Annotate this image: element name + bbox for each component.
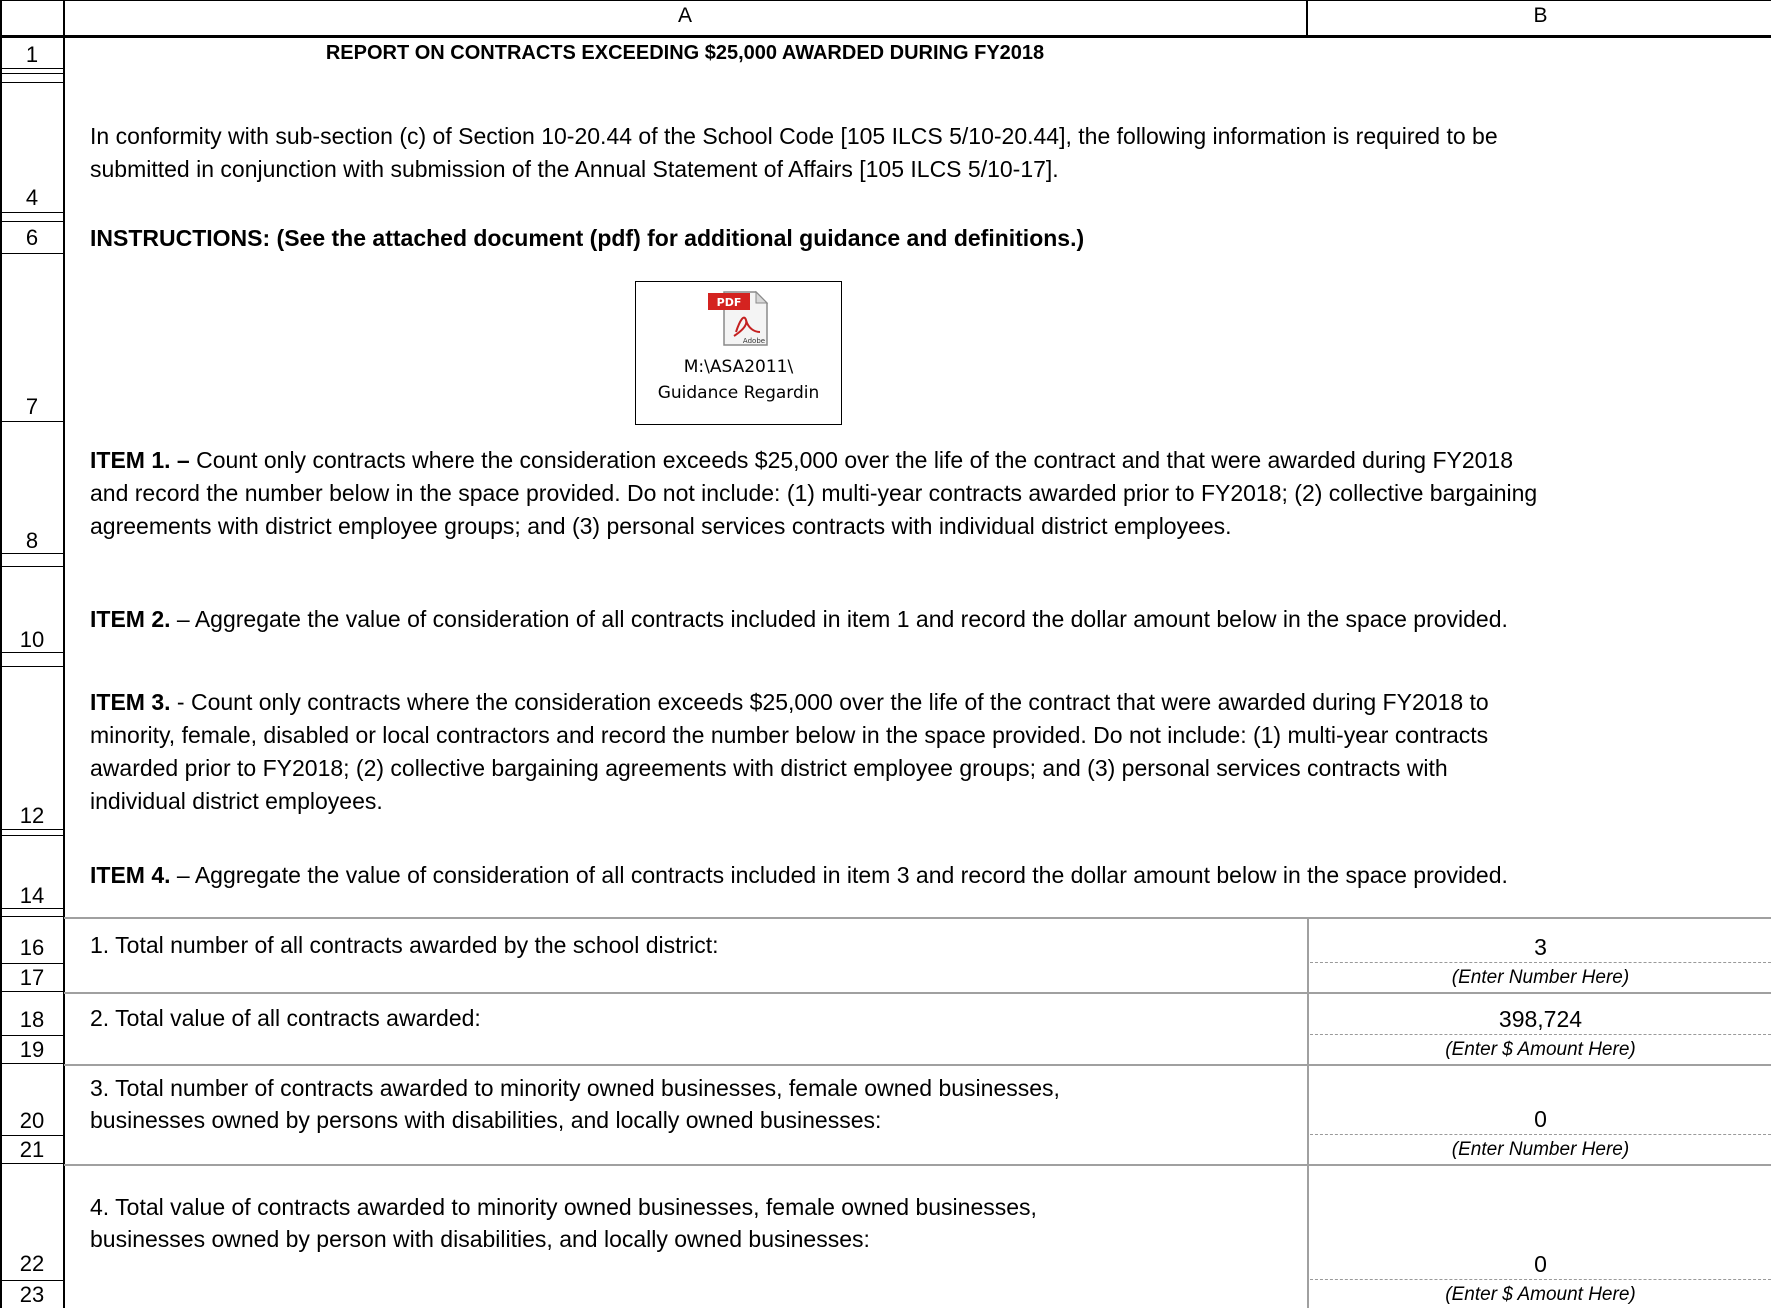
- form-separator: [64, 1064, 1771, 1066]
- row-separator: [0, 1035, 64, 1036]
- header-divider: [0, 35, 1771, 38]
- row-separator: [0, 652, 64, 653]
- item-1-line-3: agreements with district employee groups…: [90, 513, 1232, 539]
- row-separator: [0, 829, 64, 830]
- column-divider: [1306, 0, 1308, 36]
- question-3-value-input[interactable]: 0: [1310, 1104, 1771, 1134]
- item-2-line-1: ITEM 2. – Aggregate the value of conside…: [90, 603, 1508, 636]
- row-number[interactable]: 23: [2, 1283, 62, 1307]
- column-header-b[interactable]: B: [1310, 4, 1771, 28]
- row-separator: [0, 566, 64, 567]
- pdf-filename-line-2: Guidance Regardin: [657, 383, 820, 403]
- intro-line-1: In conformity with sub-section (c) of Se…: [90, 123, 1498, 149]
- intro-line-2: submitted in conjunction with submission…: [90, 156, 1059, 182]
- row-separator: [0, 963, 64, 964]
- item-4-text: – Aggregate the value of consideration o…: [170, 862, 1508, 888]
- row-separator: [0, 68, 64, 69]
- question-4-line-1: 4. Total value of contracts awarded to m…: [90, 1194, 1037, 1220]
- pdf-attachment[interactable]: PDF Adobe M:\ASA2011\ Guidance Regardin: [635, 281, 842, 425]
- item-3-line-4: individual district employees.: [90, 788, 383, 814]
- row-separator: [0, 553, 64, 554]
- input-underline: [1310, 962, 1771, 963]
- item-4-line-1: ITEM 4. – Aggregate the value of conside…: [90, 859, 1508, 892]
- row-number[interactable]: 19: [2, 1038, 62, 1062]
- question-4-hint: (Enter $ Amount Here): [1445, 1284, 1636, 1305]
- spreadsheet: A B 1 4 6 7 8 10 12 14 16 17 18 19 20 21…: [0, 0, 1771, 1308]
- instructions-heading: INSTRUCTIONS: (See the attached document…: [90, 225, 1085, 251]
- item-2-label: ITEM 2.: [90, 606, 171, 632]
- input-underline: [1310, 1279, 1771, 1280]
- row-separator: [0, 421, 64, 422]
- row-number[interactable]: 12: [2, 804, 62, 828]
- row-number[interactable]: 10: [2, 628, 62, 652]
- row-number[interactable]: 21: [2, 1138, 62, 1162]
- row-number[interactable]: 18: [2, 1008, 62, 1032]
- item-1-line-2: and record the number below in the space…: [90, 480, 1538, 506]
- item-1-line-1: ITEM 1. – Count only contracts where the…: [90, 444, 1513, 477]
- row-separator: [0, 253, 64, 254]
- row-separator: [0, 1280, 64, 1281]
- row-header-divider: [63, 0, 65, 1308]
- row-separator: [0, 221, 64, 222]
- row-number[interactable]: 4: [2, 186, 62, 210]
- row-number[interactable]: 14: [2, 884, 62, 908]
- row-separator: [0, 73, 64, 74]
- item-1-label: ITEM 1. –: [90, 447, 190, 473]
- pdf-badge: PDF: [717, 296, 742, 309]
- row-separator: [0, 82, 64, 83]
- row-separator: [0, 1063, 64, 1064]
- item-3-line-3: awarded prior to FY2018; (2) collective …: [90, 755, 1448, 781]
- row-number[interactable]: 7: [2, 395, 62, 419]
- item-3-text: - Count only contracts where the conside…: [170, 689, 1489, 715]
- input-underline: [1310, 1034, 1771, 1035]
- item-3-label: ITEM 3.: [90, 689, 171, 715]
- row-number[interactable]: 16: [2, 936, 62, 960]
- item-3-line-1: ITEM 3. - Count only contracts where the…: [90, 686, 1489, 719]
- question-1-label: 1. Total number of all contracts awarded…: [90, 932, 719, 958]
- pdf-file-icon: PDF Adobe: [708, 290, 769, 346]
- question-3-hint: (Enter Number Here): [1451, 1139, 1630, 1160]
- row-separator: [0, 835, 64, 836]
- input-underline: [1310, 1134, 1771, 1135]
- form-separator: [64, 917, 1771, 919]
- row-number[interactable]: 17: [2, 966, 62, 990]
- question-4-line-2: businesses owned by person with disabili…: [90, 1226, 870, 1252]
- report-title: REPORT ON CONTRACTS EXCEEDING $25,000 AW…: [325, 42, 1045, 64]
- item-2-text: – Aggregate the value of consideration o…: [170, 606, 1508, 632]
- question-3-line-1: 3. Total number of contracts awarded to …: [90, 1075, 1060, 1101]
- question-2-hint: (Enter $ Amount Here): [1445, 1039, 1636, 1060]
- question-2-value-input[interactable]: 398,724: [1310, 1004, 1771, 1034]
- row-number[interactable]: 8: [2, 529, 62, 553]
- column-header-a[interactable]: A: [64, 4, 1306, 28]
- row-separator: [0, 1135, 64, 1136]
- row-number[interactable]: 22: [2, 1252, 62, 1276]
- row-separator: [0, 908, 64, 909]
- row-separator: [0, 212, 64, 213]
- row-number[interactable]: 1: [2, 43, 62, 67]
- question-4-value-input[interactable]: 0: [1310, 1249, 1771, 1279]
- question-1-hint: (Enter Number Here): [1451, 967, 1630, 988]
- row-separator: [0, 666, 64, 667]
- row-separator: [0, 1163, 64, 1164]
- item-4-label: ITEM 4.: [90, 862, 171, 888]
- row-separator: [0, 916, 64, 917]
- row-number[interactable]: 20: [2, 1109, 62, 1133]
- question-2-label: 2. Total value of all contracts awarded:: [90, 1005, 481, 1031]
- column-divider: [1307, 918, 1309, 1308]
- item-3-line-2: minority, female, disabled or local cont…: [90, 722, 1489, 748]
- form-separator: [64, 992, 1771, 994]
- question-3-line-2: businesses owned by persons with disabil…: [90, 1107, 882, 1133]
- adobe-label: Adobe: [743, 337, 765, 345]
- row-separator: [0, 991, 64, 992]
- grid-line: [0, 0, 1771, 1]
- question-1-value-input[interactable]: 3: [1310, 932, 1771, 962]
- pdf-filename-line-1: M:\ASA2011\: [683, 357, 794, 377]
- row-number[interactable]: 6: [2, 226, 62, 250]
- form-separator: [64, 1164, 1771, 1166]
- item-1-text: Count only contracts where the considera…: [189, 447, 1514, 473]
